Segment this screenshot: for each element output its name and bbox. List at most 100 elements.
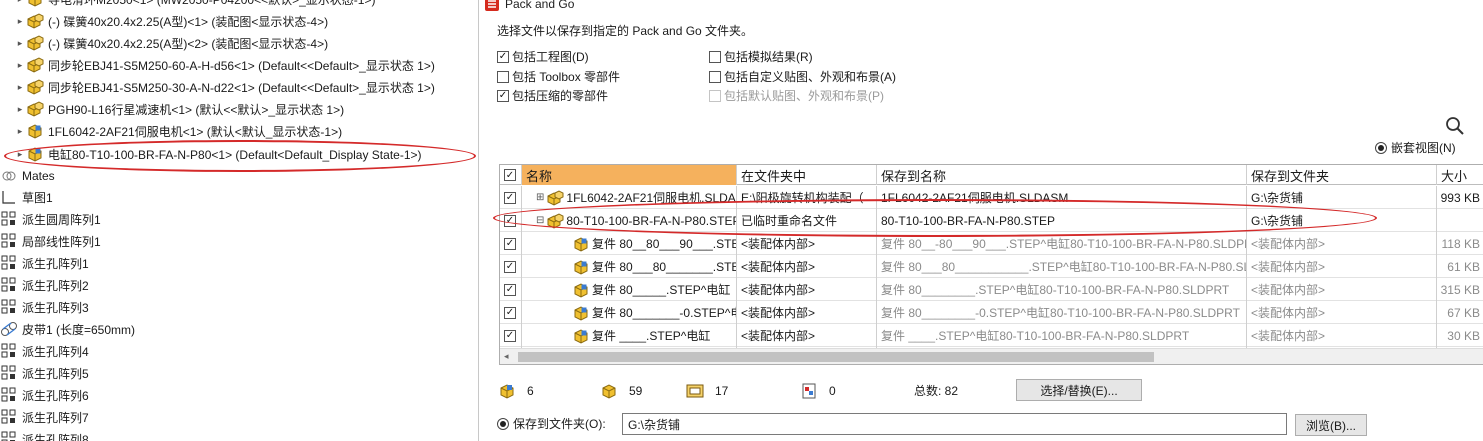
table-row[interactable]: ✓ 复件 ____.STEP^电缸 <装配体内部> 复件 ____.STEP^电缸80… bbox=[500, 324, 1483, 347]
header-name[interactable]: 名称 bbox=[522, 165, 737, 185]
row-checkbox[interactable]: ✓ bbox=[500, 278, 522, 301]
tree-item[interactable]: 派生孔阵列5 bbox=[0, 362, 89, 384]
tree-item[interactable]: 皮带1 (长度=650mm) bbox=[0, 318, 135, 340]
dialog-description: 选择文件以保存到指定的 Pack and Go 文件夹。 bbox=[497, 24, 754, 38]
tree-item[interactable]: ▸ 1FL6042-2AF21伺服电机<1> (默认<默认_显示状态-1>) bbox=[14, 120, 342, 142]
tree-item[interactable]: 派生孔阵列4 bbox=[0, 340, 89, 362]
tree-item[interactable]: 派生孔阵列1 bbox=[0, 252, 89, 274]
save-folder-input[interactable]: G:\杂货铺 bbox=[622, 413, 1287, 435]
browse-button[interactable]: 浏览(B)... bbox=[1295, 414, 1367, 436]
part-icon bbox=[572, 328, 590, 344]
expand-arrow-icon[interactable]: ▸ bbox=[14, 82, 26, 93]
row-checkbox[interactable]: ✓ bbox=[500, 324, 522, 347]
expand-arrow-icon[interactable]: ▸ bbox=[14, 0, 26, 5]
checkbox[interactable] bbox=[497, 70, 509, 83]
part-icon bbox=[572, 305, 590, 321]
expand-arrow-icon[interactable]: ▸ bbox=[14, 60, 26, 71]
checkbox[interactable]: ✓ bbox=[497, 50, 509, 63]
tree-item-label: 派生孔阵列6 bbox=[22, 388, 89, 403]
tree-toggle-icon[interactable]: ⊞ bbox=[536, 192, 544, 203]
tree-item[interactable]: 派生孔阵列8 bbox=[0, 428, 89, 441]
tree-item[interactable]: 派生孔阵列7 bbox=[0, 406, 89, 428]
row-checkbox[interactable]: ✓ bbox=[500, 186, 522, 209]
expand-arrow-icon[interactable]: ▸ bbox=[14, 126, 26, 137]
table-row[interactable]: ✓复件 80___80_______.STEP^电缸<装配体内部>复件 80__… bbox=[500, 255, 1483, 278]
checkbox[interactable] bbox=[709, 50, 721, 63]
pattern-icon bbox=[0, 299, 18, 315]
drawings-count: 17 bbox=[715, 384, 729, 398]
tree-item[interactable]: ▸ 同步轮EBJ41-S5M250-60-A-H-d56<1> (Default<… bbox=[14, 54, 435, 76]
radio-button[interactable] bbox=[1375, 141, 1387, 154]
checkbox[interactable]: ✓ bbox=[497, 89, 509, 102]
tree-item[interactable]: ▸ (-) 碟簧40x20.4x2.25(A型)<2> (装配图<显示状态-4>) bbox=[14, 32, 328, 54]
part-icon bbox=[572, 282, 590, 298]
table-row[interactable]: ✓ ⊞ 1FL6042-2AF21伺服电机.SLDASM E:\阳极旋转机构装配（ 1F… bbox=[500, 186, 1483, 209]
checkbox[interactable] bbox=[709, 70, 721, 83]
cell-size: 61 KB bbox=[1437, 255, 1483, 278]
tree-item[interactable]: ▸ 导电滑环M2050<1> (MW2050-P04200<<默认>_显示状态-1… bbox=[14, 0, 375, 10]
header-size[interactable]: 大小 bbox=[1437, 165, 1483, 185]
tree-item[interactable]: Mates bbox=[0, 165, 55, 187]
tree-item-label: 电缸80-T10-100-BR-FA-N-P80<1> (Default<Def… bbox=[48, 147, 422, 162]
tree-item[interactable]: 派生孔阵列2 bbox=[0, 274, 89, 296]
expand-arrow-icon[interactable]: ▸ bbox=[14, 38, 26, 49]
tree-item[interactable]: ▸ PGH90-L16行星减速机<1> (默认<<默认>_显示状态 1>) bbox=[14, 98, 344, 120]
tree-item-label: 同步轮EBJ41-S5M250-30-A-N-d22<1> (Default<<… bbox=[48, 80, 435, 95]
option-include-toolbox[interactable]: 包括 Toolbox 零部件 bbox=[497, 68, 620, 85]
cell-name: 复件 80_____.STEP^电缸 bbox=[522, 278, 737, 301]
parts-count: 59 bbox=[629, 384, 643, 398]
save-to-folder-option[interactable]: 保存到文件夹(O): bbox=[497, 415, 606, 432]
header-select-all[interactable]: ✓ bbox=[500, 165, 522, 185]
part-icon bbox=[26, 123, 44, 139]
table-row[interactable]: ✓ ⊟ 80-T10-100-BR-FA-N-P80.STEP 已临时重命名文件 80-… bbox=[500, 209, 1483, 232]
expand-arrow-icon[interactable]: ▸ bbox=[14, 149, 26, 160]
option-include-suppressed[interactable]: ✓ 包括压缩的零部件 bbox=[497, 87, 608, 104]
table-header: ✓ 名称 在文件夹中 保存到名称 保存到文件夹 大小 bbox=[500, 165, 1483, 185]
cell-save-folder: G:\杂货铺 bbox=[1247, 209, 1437, 232]
row-checkbox[interactable]: ✓ bbox=[500, 301, 522, 324]
expand-arrow-icon[interactable]: ▸ bbox=[14, 104, 26, 115]
tree-item[interactable]: ▸ 电缸80-T10-100-BR-FA-N-P80<1> (Default<De… bbox=[14, 143, 422, 165]
scroll-left-icon[interactable]: ◂ bbox=[504, 351, 509, 362]
cell-name: 复件 ____.STEP^电缸 bbox=[522, 324, 737, 347]
file-name: 复件 ____.STEP^电缸 bbox=[592, 329, 711, 343]
option-include-drawings[interactable]: ✓ 包括工程图(D) bbox=[497, 48, 589, 65]
header-save-name[interactable]: 保存到名称 bbox=[877, 165, 1247, 185]
tree-item[interactable]: 派生孔阵列3 bbox=[0, 296, 89, 318]
pattern-icon bbox=[0, 387, 18, 403]
cell-name: 复件 80__80___90___.STEP^电缸 bbox=[522, 232, 737, 255]
row-checkbox[interactable]: ✓ bbox=[500, 209, 522, 232]
table-row[interactable]: ✓复件 80__80___90___.STEP^电缸<装配体内部>复件 80__… bbox=[500, 232, 1483, 255]
scrollbar-thumb[interactable] bbox=[518, 352, 1154, 362]
header-save-folder[interactable]: 保存到文件夹 bbox=[1247, 165, 1437, 185]
header-in-folder[interactable]: 在文件夹中 bbox=[737, 165, 877, 185]
option-label: 包括模拟结果(R) bbox=[724, 50, 813, 64]
search-icon[interactable] bbox=[1445, 116, 1465, 136]
cell-name: 复件 80_______-0.STEP^电缸 bbox=[522, 301, 737, 324]
file-name: 复件 80__80___90___.STEP^电缸 bbox=[592, 237, 736, 251]
table-row[interactable]: ✓复件 80_______-0.STEP^电缸<装配体内部>复件 80_____… bbox=[500, 301, 1483, 324]
expand-arrow-icon[interactable]: ▸ bbox=[14, 16, 26, 27]
horizontal-scrollbar[interactable]: ◂ bbox=[500, 348, 1483, 364]
row-checkbox[interactable]: ✓ bbox=[500, 255, 522, 278]
option-include-simulation[interactable]: 包括模拟结果(R) bbox=[709, 48, 813, 65]
select-replace-button[interactable]: 选择/替换(E)... bbox=[1016, 379, 1142, 401]
dialog-title: Pack and Go bbox=[505, 0, 575, 11]
tree-item[interactable]: 草图1 bbox=[0, 186, 53, 208]
tree-item-label: 局部线性阵列1 bbox=[22, 234, 101, 249]
tree-item[interactable]: ▸ (-) 碟簧40x20.4x2.25(A型)<1> (装配图<显示状态-4>) bbox=[14, 10, 328, 32]
row-checkbox[interactable]: ✓ bbox=[500, 232, 522, 255]
tree-item[interactable]: ▸ 同步轮EBJ41-S5M250-30-A-N-d22<1> (Default<… bbox=[14, 76, 435, 98]
radio-button[interactable] bbox=[497, 417, 509, 430]
tree-item[interactable]: 局部线性阵列1 bbox=[0, 230, 101, 252]
tree-item[interactable]: 派生孔阵列6 bbox=[0, 384, 89, 406]
pattern-icon bbox=[0, 233, 18, 249]
assembly-count-icon bbox=[497, 382, 517, 400]
asm-icon bbox=[26, 35, 44, 51]
option-include-custom-decals[interactable]: 包括自定义贴图、外观和布景(A) bbox=[709, 68, 896, 85]
feature-tree: ▸ 导电滑环M2050<1> (MW2050-P04200<<默认>_显示状态-1… bbox=[0, 0, 478, 441]
table-row[interactable]: ✓ 复件 80_____.STEP^电缸 <装配体内部> 复件 80________.… bbox=[500, 278, 1483, 301]
tree-item[interactable]: 派生圆周阵列1 bbox=[0, 208, 101, 230]
tree-toggle-icon[interactable]: ⊟ bbox=[536, 215, 544, 226]
nested-view-radio[interactable]: 嵌套视图(N) bbox=[1375, 139, 1456, 156]
